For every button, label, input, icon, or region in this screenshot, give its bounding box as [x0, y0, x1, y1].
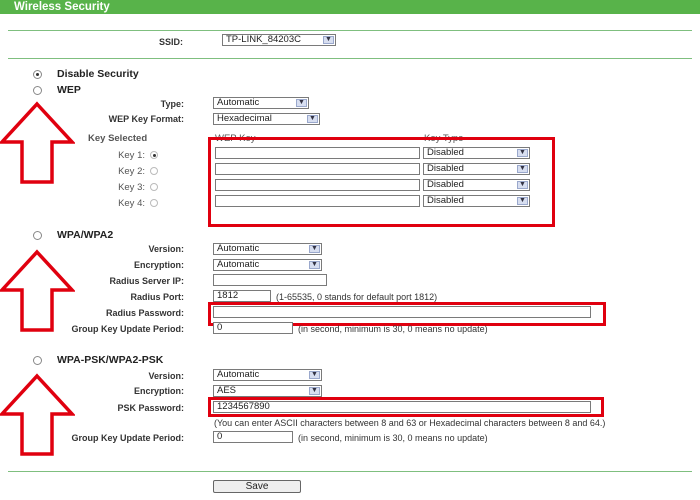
save-button[interactable]: Save	[213, 480, 301, 493]
wpa-psk-label: WPA-PSK/WPA2-PSK	[57, 354, 164, 366]
key-3-radio[interactable]	[150, 183, 158, 191]
chevron-down-icon: ▼	[309, 387, 320, 395]
chevron-down-icon: ▼	[323, 36, 334, 44]
wep-format-label: WEP Key Format:	[108, 114, 184, 124]
divider	[8, 471, 692, 472]
wep-format-value: Hexadecimal	[217, 113, 272, 124]
wpa-radio[interactable]	[33, 231, 42, 240]
key-2-radio[interactable]	[150, 167, 158, 175]
radius-password-label: Radius Password:	[105, 308, 184, 318]
ssid-value: TP-LINK_84203C	[226, 34, 301, 45]
wep-radio[interactable]	[33, 86, 42, 95]
chevron-down-icon: ▼	[296, 99, 307, 107]
psk-version-label: Version:	[148, 371, 184, 381]
wpa-version-select[interactable]: Automatic ▼	[213, 243, 322, 255]
key-3-label: Key 3:	[118, 182, 145, 193]
page-title: Wireless Security	[0, 0, 700, 14]
key-selected-header: Key Selected	[88, 133, 148, 144]
ssid-label: SSID:	[158, 37, 183, 47]
psk-password-label: PSK Password:	[117, 403, 184, 413]
disable-security-label: Disable Security	[57, 68, 139, 80]
psk-password-highlight	[208, 397, 604, 417]
wep-format-select[interactable]: Hexadecimal ▼	[213, 113, 320, 125]
key-2-label: Key 2:	[118, 166, 145, 177]
psk-group-key-input[interactable]: 0	[213, 431, 293, 443]
wpa-encryption-select[interactable]: Automatic ▼	[213, 259, 322, 271]
divider	[8, 30, 692, 31]
wep-label: WEP	[57, 84, 81, 96]
radius-port-note: (1-65535, 0 stands for default port 1812…	[276, 292, 438, 302]
radius-port-input[interactable]: 1812	[213, 290, 271, 302]
disable-security-radio[interactable]	[33, 70, 42, 79]
psk-version-value: Automatic	[217, 369, 260, 380]
wpa-encryption-label: Encryption:	[133, 260, 184, 270]
psk-password-note: (You can enter ASCII characters between …	[214, 418, 606, 428]
chevron-down-icon: ▼	[309, 371, 320, 379]
up-arrow-icon	[0, 249, 75, 332]
chevron-down-icon: ▼	[309, 261, 320, 269]
key-1-label: Key 1:	[118, 150, 145, 161]
radius-ip-label: Radius Server IP:	[109, 276, 184, 286]
psk-encryption-label: Encryption:	[133, 386, 184, 396]
wpa-psk-radio[interactable]	[33, 356, 42, 365]
key-4-label: Key 4:	[118, 198, 145, 209]
psk-group-key-note: (in second, minimum is 30, 0 means no up…	[298, 433, 488, 443]
wpa-group-key-input[interactable]: 0	[213, 322, 293, 334]
wep-type-label: Type:	[160, 99, 184, 109]
chevron-down-icon: ▼	[309, 245, 320, 253]
wpa-group-key-note: (in second, minimum is 30, 0 means no up…	[298, 324, 488, 334]
ssid-select[interactable]: TP-LINK_84203C ▼	[222, 34, 336, 46]
wep-type-select[interactable]: Automatic ▼	[213, 97, 309, 109]
wpa-label: WPA/WPA2	[57, 229, 114, 241]
key-4-radio[interactable]	[150, 199, 158, 207]
radius-ip-input[interactable]	[213, 274, 327, 286]
wep-type-value: Automatic	[217, 97, 260, 108]
key-1-radio[interactable]	[150, 151, 158, 159]
wep-keys-highlight	[208, 137, 555, 227]
psk-version-select[interactable]: Automatic ▼	[213, 369, 322, 381]
up-arrow-icon	[0, 101, 75, 184]
psk-encryption-value: AES	[217, 385, 237, 396]
up-arrow-icon	[0, 373, 75, 456]
wpa-encryption-value: Automatic	[217, 259, 260, 270]
wpa-version-label: Version:	[148, 244, 184, 254]
chevron-down-icon: ▼	[307, 115, 318, 123]
divider	[8, 58, 692, 59]
radius-port-label: Radius Port:	[130, 292, 184, 302]
wpa-version-value: Automatic	[217, 243, 260, 254]
psk-encryption-select[interactable]: AES ▼	[213, 385, 322, 397]
